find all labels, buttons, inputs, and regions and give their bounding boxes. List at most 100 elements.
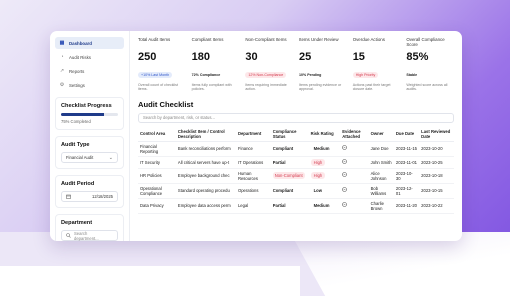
cell-owner: John Smith bbox=[368, 156, 394, 169]
column-header[interactable]: Checklist Item / Control Description bbox=[175, 126, 236, 142]
sidebar-item-dashboard[interactable]: ▦ Dashboard bbox=[55, 37, 124, 49]
stat-card: Compliant Items 180 72% Compliance Items fu… bbox=[192, 37, 240, 92]
cell-department: Finance bbox=[235, 141, 271, 157]
table-row[interactable]: HR Policies Employee background chec Human… bbox=[138, 168, 454, 184]
progress-note: 75% Completed bbox=[61, 119, 91, 124]
audit-period-date-picker[interactable]: 12/18/2025 bbox=[61, 191, 118, 202]
calendar-icon bbox=[66, 194, 71, 200]
stat-badge: 10% Pending bbox=[299, 73, 322, 77]
audit-type-value: Financial Audit bbox=[66, 155, 94, 160]
audit-period-value: 12/18/2025 bbox=[92, 194, 113, 199]
cell-due-date: 2023-12-01 bbox=[393, 183, 420, 199]
chevron-down-icon: ⌄ bbox=[108, 154, 113, 161]
cell-owner: Bob Williams bbox=[368, 183, 394, 199]
compliance-status-badge: Non-Compliant bbox=[272, 172, 305, 180]
sidebar-item-audit-risks[interactable]: ◔ Audit Risks bbox=[55, 51, 124, 63]
column-header[interactable]: Control Area bbox=[138, 126, 176, 142]
cell-compliance-status: Compliant bbox=[270, 183, 309, 199]
attachment-icon[interactable] bbox=[342, 145, 348, 152]
stat-card: Items Under Review 25 10% Pending Items pen… bbox=[299, 37, 347, 92]
cell-due-date: 2023-11-01 bbox=[393, 156, 420, 169]
dashboard-icon: ▦ bbox=[59, 40, 65, 46]
cell-last-reviewed: 2023-10-18 bbox=[419, 168, 454, 184]
cell-compliance-status: Partial bbox=[270, 156, 309, 169]
stat-description: Overall count of checklist items. bbox=[138, 83, 178, 92]
progress-fill bbox=[61, 113, 104, 116]
stat-description: Actions past their target closure date. bbox=[352, 83, 391, 92]
attachment-icon[interactable] bbox=[342, 187, 348, 194]
cell-checklist-item: Bank reconciliations perform bbox=[175, 141, 236, 157]
column-header[interactable]: Department bbox=[235, 126, 271, 142]
stat-badge: 72% Compliance bbox=[191, 73, 221, 77]
cell-owner: Jane Doe bbox=[368, 141, 394, 157]
audit-type-select[interactable]: Financial Audit ⌄ bbox=[61, 152, 118, 163]
table-header-row: Control Area Checklist Item / Control Des… bbox=[138, 126, 454, 142]
risk-badge: Medium bbox=[313, 203, 330, 209]
department-search-input[interactable]: Search department... bbox=[61, 230, 118, 241]
compliance-status-badge: Compliant bbox=[272, 146, 294, 152]
cell-evidence bbox=[340, 156, 369, 169]
attachment-icon[interactable] bbox=[342, 202, 348, 209]
column-header[interactable]: Compliance Status bbox=[270, 126, 309, 142]
stat-value: 85% bbox=[406, 51, 429, 63]
table-row[interactable]: IT Security All critical servers have up-… bbox=[138, 156, 454, 169]
risk-badge: Low bbox=[313, 188, 322, 194]
stat-description: Weighted score across all audits. bbox=[406, 83, 448, 92]
column-header[interactable]: Owner bbox=[368, 126, 394, 142]
stat-badge: +10% Last Month bbox=[138, 72, 173, 78]
cell-control-area: Data Privacy bbox=[138, 198, 176, 214]
cell-risk-rating: Medium bbox=[308, 141, 341, 157]
stat-label: Non-Compliant Items bbox=[245, 37, 287, 42]
cell-checklist-item: Employee data access perm bbox=[175, 198, 236, 214]
cell-risk-rating: High bbox=[308, 156, 341, 169]
table-row[interactable]: Financial Reporting Bank reconciliations … bbox=[138, 141, 454, 157]
stat-value: 15 bbox=[352, 51, 365, 63]
cell-due-date: 2023-11-15 bbox=[393, 141, 420, 157]
column-header[interactable]: Last Reviewed Date bbox=[419, 126, 454, 142]
cell-last-reviewed: 2023-10-15 bbox=[419, 183, 454, 199]
column-header[interactable]: Risk Rating bbox=[308, 126, 341, 142]
sidebar-item-label: Settings bbox=[69, 82, 85, 88]
stat-card: Overdue Actions 15 High Priority Actions pa… bbox=[352, 37, 401, 92]
audit-type-title: Audit Type bbox=[61, 142, 90, 148]
sidebar-item-settings[interactable]: ⚙ Settings bbox=[55, 79, 124, 91]
stat-description: Items pending evidence or approval. bbox=[299, 83, 342, 92]
compliance-status-badge: Partial bbox=[272, 159, 286, 165]
cell-evidence bbox=[340, 141, 369, 157]
stat-label: Overall Compliance Score bbox=[406, 37, 445, 48]
table-row[interactable]: Operational Compliance Standard operating… bbox=[138, 183, 454, 199]
stats-row: Total Audit Items 250 +10% Last Month Overa… bbox=[138, 37, 454, 92]
progress-bar bbox=[61, 113, 118, 116]
cell-department: Operations bbox=[235, 183, 271, 199]
cell-checklist-item: All critical servers have up-t bbox=[175, 156, 236, 169]
cell-control-area: Operational Compliance bbox=[138, 183, 176, 199]
sidebar-item-label: Dashboard bbox=[69, 40, 92, 46]
stat-label: Compliant Items bbox=[191, 37, 224, 42]
main-content: Total Audit Items 250 +10% Last Month Overa… bbox=[130, 31, 462, 241]
column-header[interactable]: Evidence Attached bbox=[340, 126, 369, 142]
attachment-icon[interactable] bbox=[342, 172, 348, 179]
cell-risk-rating: High bbox=[308, 168, 341, 184]
stat-value: 25 bbox=[299, 51, 312, 63]
attachment-icon[interactable] bbox=[342, 159, 348, 166]
stat-label: Total Audit Items bbox=[138, 37, 171, 42]
compliance-status-badge: Partial bbox=[272, 203, 286, 209]
stat-value: 250 bbox=[138, 51, 157, 63]
cell-department: IT Operations bbox=[235, 156, 271, 169]
risk-badge: Medium bbox=[313, 146, 330, 152]
app-window: ▦ Dashboard ◔ Audit Risks ↗ Reports ⚙ Settings … bbox=[50, 31, 462, 241]
stat-description: Items fully compliant with policies. bbox=[191, 83, 232, 92]
sidebar-item-label: Audit Risks bbox=[69, 54, 91, 60]
checklist-search-input[interactable]: Search by department, risk, or status... bbox=[138, 112, 454, 123]
stat-value: 30 bbox=[245, 51, 258, 63]
stat-badge: Stable bbox=[406, 73, 418, 77]
audit-checklist-title: Audit Checklist bbox=[138, 99, 194, 109]
cell-due-date: 2023-10-30 bbox=[393, 168, 420, 184]
audit-type-card: Audit Type Financial Audit ⌄ bbox=[55, 136, 124, 169]
gear-icon: ⚙ bbox=[59, 82, 65, 88]
sidebar-item-reports[interactable]: ↗ Reports bbox=[55, 65, 124, 77]
cell-compliance-status: Partial bbox=[270, 198, 309, 214]
table-row[interactable]: Data Privacy Employee data access perm Leg… bbox=[138, 198, 454, 214]
column-header[interactable]: Due Date bbox=[393, 126, 420, 142]
cell-due-date: 2023-11-20 bbox=[393, 198, 420, 214]
